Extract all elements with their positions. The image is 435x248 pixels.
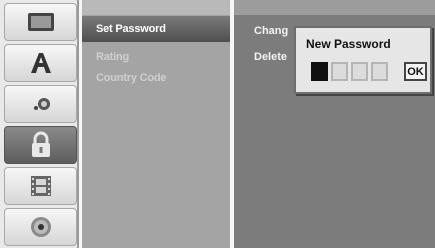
lock-icon: [29, 131, 53, 159]
menu-item-set-password[interactable]: Set Password: [96, 23, 166, 35]
disc-icon: [28, 214, 54, 240]
options-header-strip: [234, 0, 435, 15]
audio-icon: [27, 92, 55, 116]
category-tile-audio[interactable]: [4, 85, 77, 123]
option-change[interactable]: Chang: [254, 25, 288, 37]
disc-settings-icon: [26, 11, 56, 33]
menu-item-rating[interactable]: Rating: [96, 51, 129, 63]
pin-digit-2[interactable]: [331, 62, 348, 81]
menu-item-country-code[interactable]: Country Code: [96, 72, 167, 84]
category-tile-disc[interactable]: [4, 208, 77, 246]
menu-header-strip: [82, 0, 230, 15]
category-tile-language[interactable]: [4, 44, 77, 82]
setup-screen: Set Password Rating Country Code Chang D…: [0, 0, 435, 248]
setup-menu: Set Password Rating Country Code: [82, 0, 230, 248]
category-tile-film[interactable]: [4, 167, 77, 205]
pin-digit-3[interactable]: [351, 62, 368, 81]
category-icon-column: [0, 0, 79, 248]
pin-digit-1[interactable]: [311, 62, 328, 81]
category-tile-lock[interactable]: [4, 126, 77, 164]
film-icon: [28, 174, 54, 198]
category-tile-disc-settings[interactable]: [4, 3, 77, 41]
pin-digit-4[interactable]: [371, 62, 388, 81]
dialog-title: New Password: [306, 37, 391, 51]
option-delete[interactable]: Delete: [254, 51, 287, 63]
ok-button[interactable]: OK: [404, 62, 427, 81]
language-icon: [28, 51, 54, 75]
new-password-dialog: New Password OK: [294, 26, 432, 94]
